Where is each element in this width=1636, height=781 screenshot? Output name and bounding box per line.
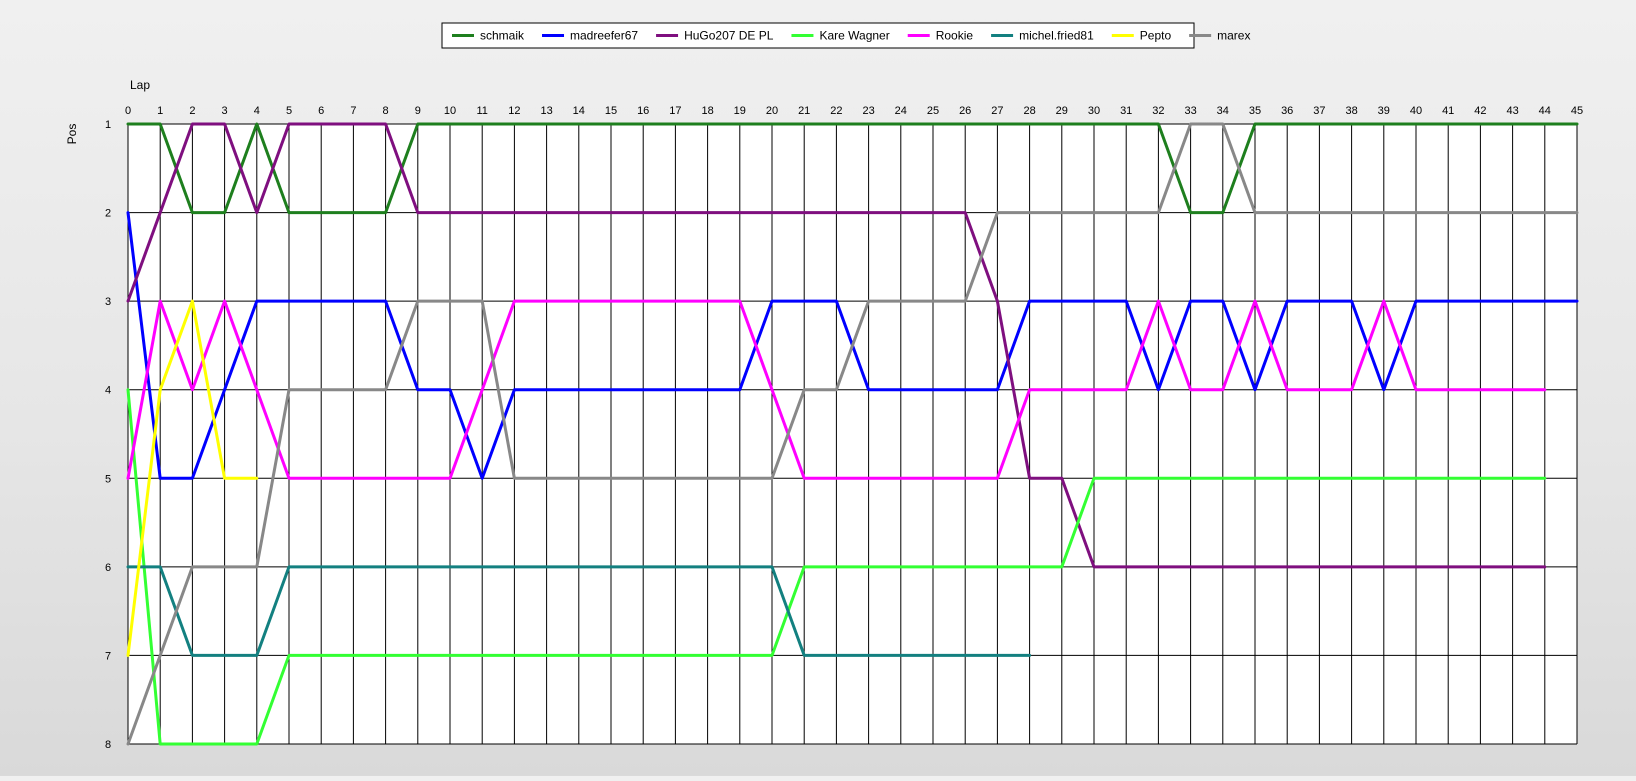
x-tick-label: 39 [1378,105,1390,117]
x-tick-label: 26 [959,105,971,117]
x-tick-label: 2 [189,105,195,117]
legend-label: Rookie [936,29,974,43]
x-tick-label: 43 [1506,105,1518,117]
y-tick-label: 7 [105,650,111,662]
y-tick-label: 2 [105,208,111,220]
x-tick-label: 18 [701,105,713,117]
x-tick-label: 5 [286,105,292,117]
x-tick-label: 15 [605,105,617,117]
x-tick-label: 6 [318,105,324,117]
legend-label: madreefer67 [570,29,638,43]
x-tick-label: 0 [125,105,131,117]
x-tick-label: 4 [254,105,260,117]
x-tick-label: 42 [1474,105,1486,117]
x-tick-label: 38 [1345,105,1357,117]
x-tick-label: 27 [991,105,1003,117]
x-tick-label: 14 [573,105,585,117]
legend-label: michel.fried81 [1019,29,1094,43]
x-tick-label: 16 [637,105,649,117]
x-tick-label: 34 [1217,105,1229,117]
x-tick-label: 32 [1152,105,1164,117]
x-tick-label: 33 [1184,105,1196,117]
x-tick-label: 12 [508,105,520,117]
legend-label: Pepto [1140,29,1172,43]
legend-label: Kare Wagner [819,29,889,43]
y-tick-label: 8 [105,739,111,751]
x-tick-label: 28 [1023,105,1035,117]
x-tick-label: 41 [1442,105,1454,117]
legend-label: HuGo207 DE PL [684,29,774,43]
y-tick-label: 4 [105,385,111,397]
x-tick-label: 23 [862,105,874,117]
x-tick-label: 1 [157,105,163,117]
x-tick-label: 19 [734,105,746,117]
x-tick-label: 10 [444,105,456,117]
chart-svg: schmaik madreefer67 HuGo207 DE PL Kare Wagn… [65,22,1583,751]
race-position-chart: schmaik madreefer67 HuGo207 DE PL Kare Wagn… [0,0,1636,776]
x-tick-label: 22 [830,105,842,117]
x-tick-label: 17 [669,105,681,117]
x-tick-label: 31 [1120,105,1132,117]
legend-label: marex [1217,29,1250,43]
x-tick-label: 24 [895,105,907,117]
y-tick-label: 6 [105,562,111,574]
y-axis-label: Pos [65,124,79,145]
x-tick-label: 8 [383,105,389,117]
x-tick-label: 20 [766,105,778,117]
x-tick-label: 3 [222,105,228,117]
x-tick-label: 37 [1313,105,1325,117]
x-tick-label: 11 [476,105,487,117]
legend: schmaik madreefer67 HuGo207 DE PL Kare Wagn… [441,22,1250,49]
x-tick-label: 21 [798,105,810,117]
x-tick-label: 25 [927,105,939,117]
x-tick-label: 35 [1249,105,1261,117]
x-axis-label: Lap [130,78,150,92]
legend-label: schmaik [480,29,525,43]
y-tick-label: 1 [105,119,111,131]
x-tick-label: 7 [350,105,356,117]
x-tick-label: 45 [1571,105,1583,117]
y-tick-label: 3 [105,296,111,308]
x-tick-label: 36 [1281,105,1293,117]
x-tick-label: 9 [415,105,421,117]
plot-area [128,124,1577,744]
x-tick-label: 30 [1088,105,1100,117]
x-tick-label: 44 [1539,105,1551,117]
x-tick-label: 13 [540,105,552,117]
y-tick-label: 5 [105,473,111,485]
x-tick-label: 40 [1410,105,1422,117]
x-tick-label: 29 [1056,105,1068,117]
